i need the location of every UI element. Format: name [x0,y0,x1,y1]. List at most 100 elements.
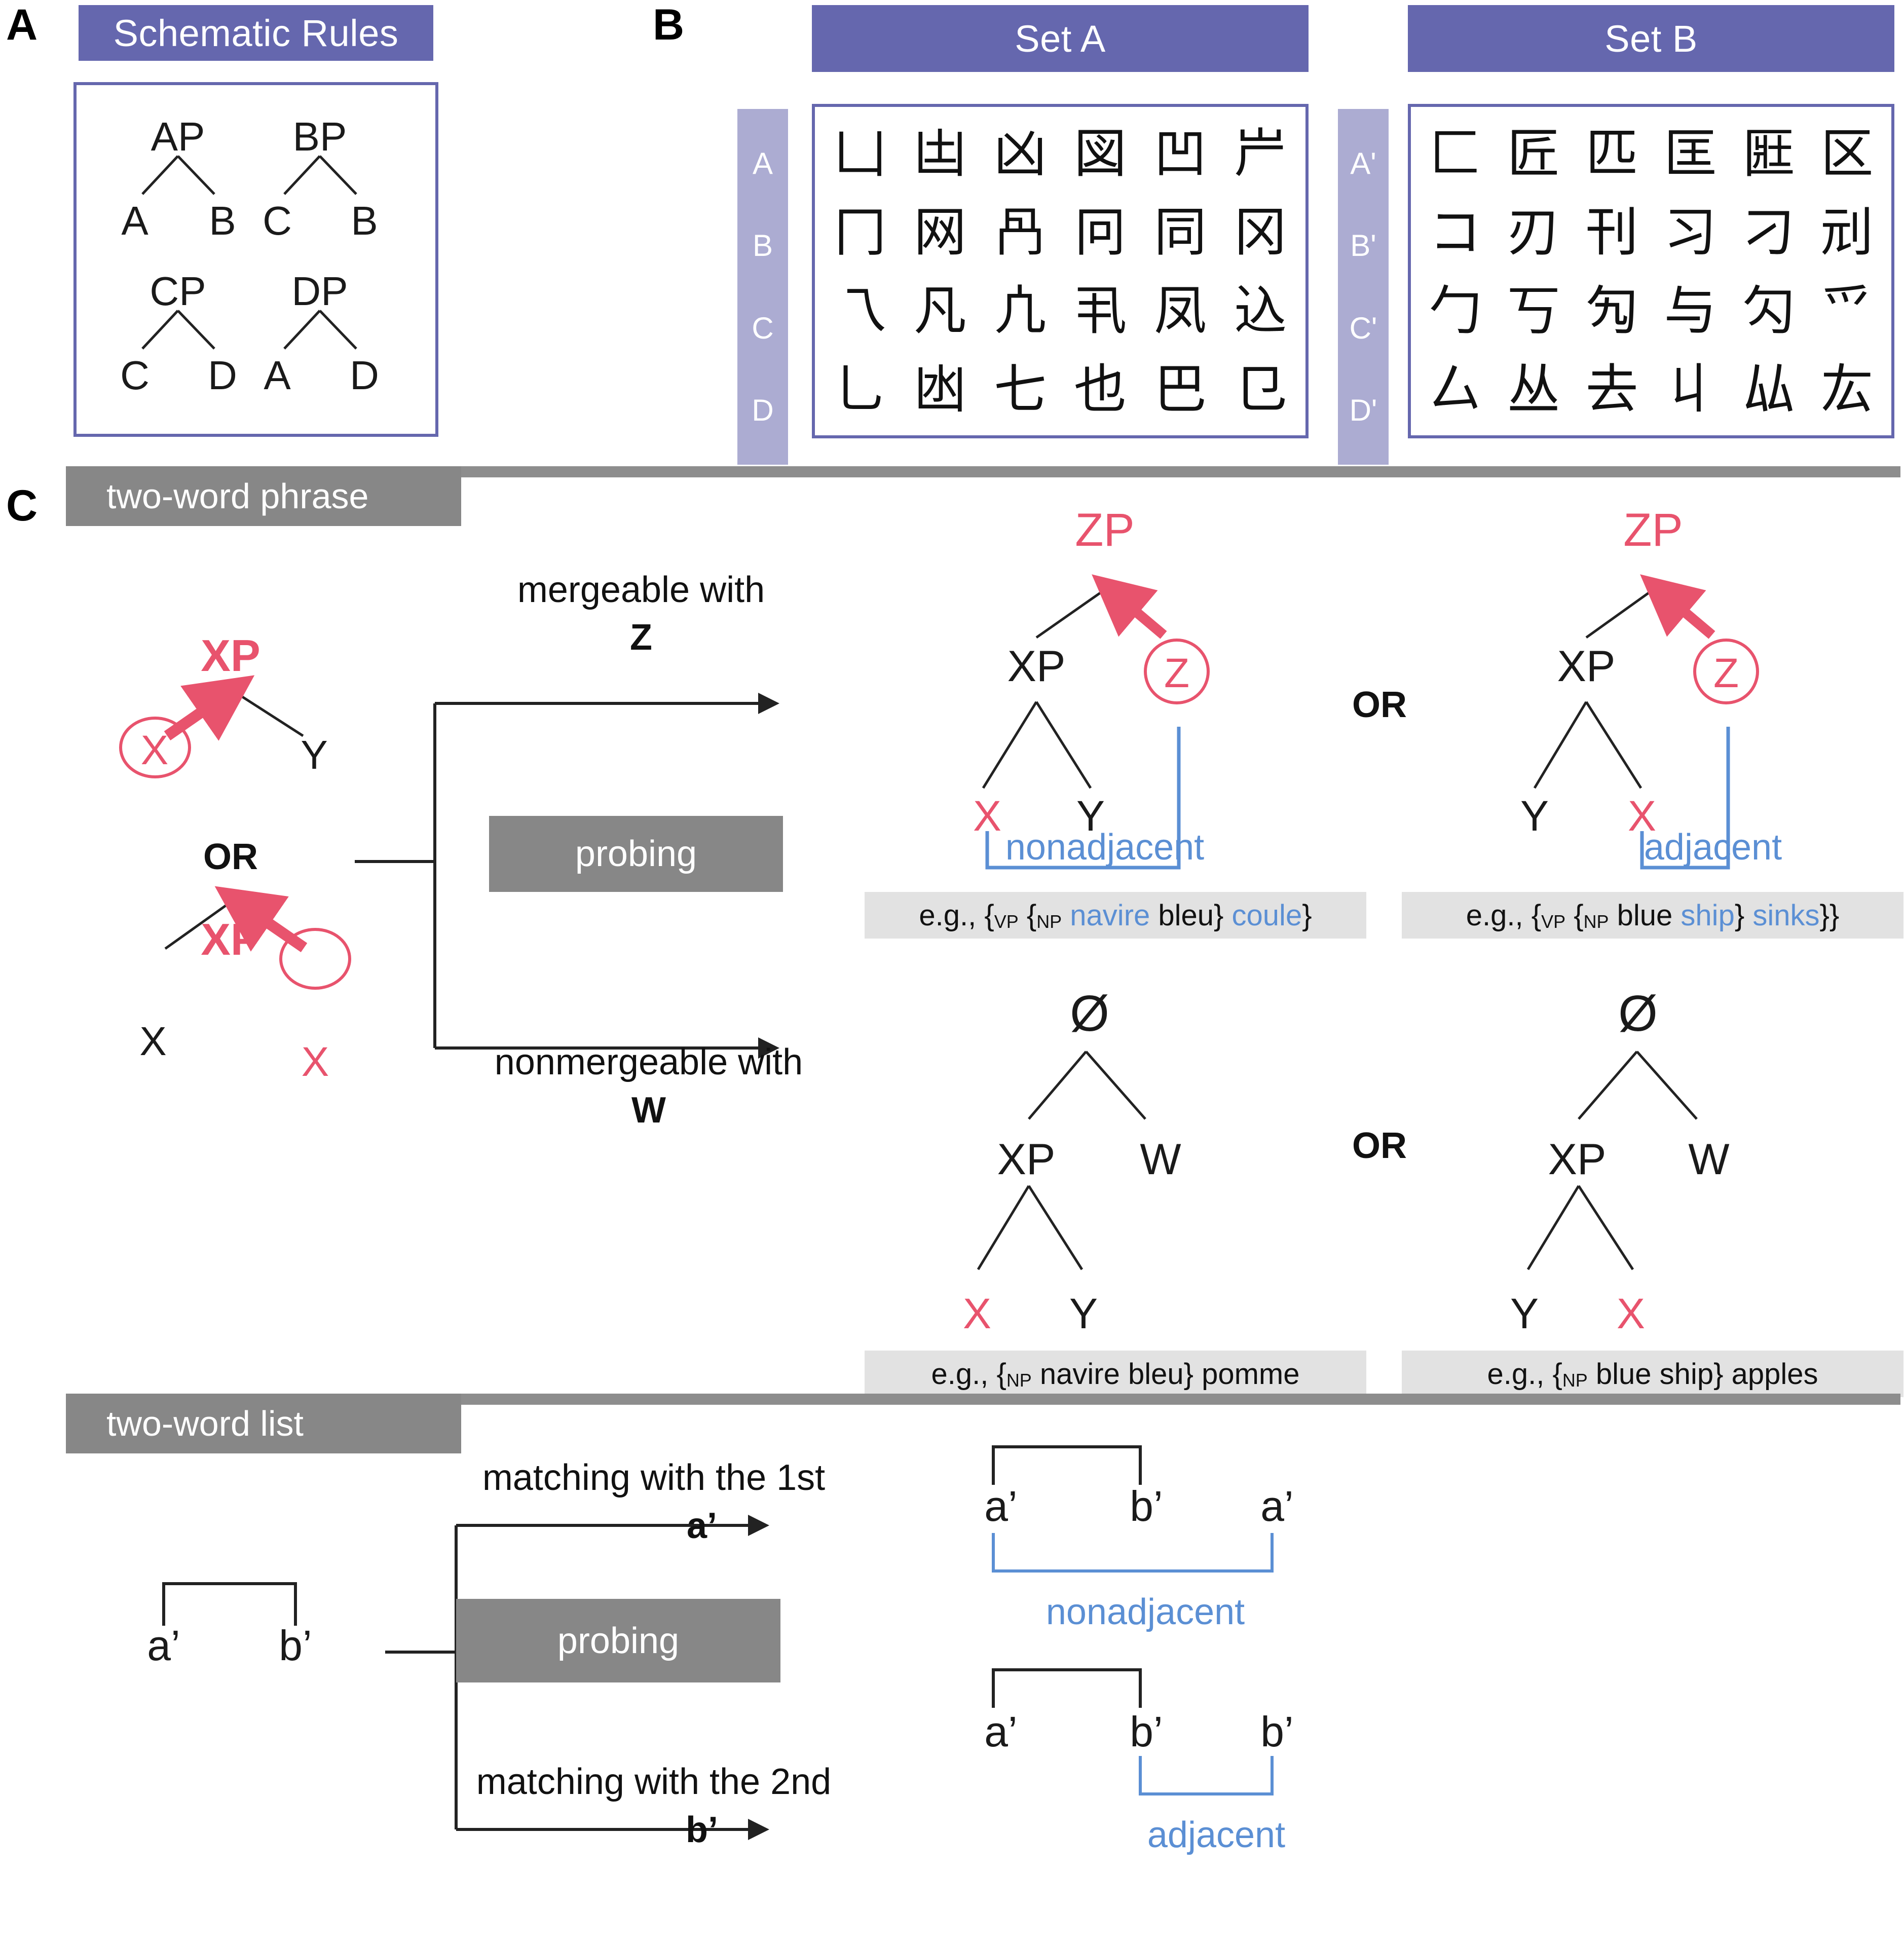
input-option1-root: XP [201,630,260,681]
list-outcome2-token2: b’ [1130,1708,1163,1755]
tree-node-leaf: D [208,353,237,398]
set-a-glyph-grid: 凵 凷 凶 図 凹 屵 冂 网 冎 冋 同 冈 乁 凡 凣 丮 凤 込 乚 凼 … [815,107,1305,435]
glyph-cell: 凹 [1153,122,1207,184]
outcome-bl-example: e.g., {NP navire bleu} pomme [865,1351,1366,1397]
branch-bottom-label-line2: W [631,1090,666,1131]
glyph-cell: 丛 [1507,358,1560,420]
row-label: D' [1349,393,1377,428]
tree-node-leaf: B [209,198,236,243]
outcome-bl-leaf-left: X [962,1290,992,1337]
tree-node-leaf: D [350,353,379,398]
glyph-cell: コ [1429,201,1482,263]
glyph-cell: 同 [1153,201,1207,263]
outcome-tl-merged-z: Z [1164,650,1190,696]
phrase-section-header: two-word phrase [66,466,461,526]
input-option1-circled-x: X [140,727,169,773]
branch-top-label-line1: mergeable with [517,570,765,610]
list-outcome1-token1: a’ [984,1482,1018,1530]
glyph-cell: 冈 [1234,201,1287,263]
input-option1-right: Y [301,732,328,777]
tree-node-leaf: A [121,198,148,243]
set-b-row-labels: A' B' C' D' [1338,109,1389,465]
glyph-cell: 匹 [1585,122,1638,184]
example-text: e.g., {NP blue ship} apples [1487,1357,1818,1391]
glyph-cell: 区 [1820,122,1874,184]
tree-node-root: DP [291,269,348,314]
glyph-cell: 丩 [1664,358,1717,420]
outcome-br-midright: W [1688,1135,1730,1184]
list-input-first: a’ [147,1622,180,1669]
outcome-bl-leaf-right: Y [1069,1290,1098,1337]
outcome-tr-root: ZP [1623,504,1683,556]
schematic-rules-title: Schematic Rules [79,5,433,61]
phrase-probing-chip: probing [489,816,783,892]
outcome-bl-lines [977,1051,1146,1270]
glyph-cell: 凵 [833,122,886,184]
glyph-cell: 屵 [1234,122,1287,184]
glyph-cell: 七 [993,358,1047,420]
row-label: A' [1350,146,1376,180]
set-a-title: Set A [812,5,1309,72]
list-branch-top-line2: a’ [686,1506,718,1546]
glyph-cell: 刊 [1585,201,1638,263]
panel-c-letter: C [6,481,38,530]
glyph-cell: 爫 [1820,279,1874,342]
outcome-br-lines [1526,1051,1698,1270]
example-text: e.g., {VP {NP blue ship} sinks}} [1466,899,1840,932]
glyph-cell: 乁 [833,279,886,342]
row-label: C' [1349,311,1377,345]
glyph-cell: 勹 [1429,279,1482,342]
tree-node-root: BP [292,114,347,159]
input-option2-root: XP [201,914,260,964]
example-text: e.g., {VP {NP navire bleu} coule} [919,899,1312,932]
list-input-second: b’ [279,1622,312,1669]
glyph-cell: 厶 [1429,358,1482,420]
glyph-cell: 厷 [1820,358,1874,420]
glyph-cell: 冂 [833,201,886,263]
outcome-tr-merged-z: Z [1713,650,1739,696]
outcome-br-leaf-left: Y [1510,1290,1539,1337]
glyph-cell: 勽 [1742,279,1795,342]
tree-node-leaf: C [120,353,150,398]
list-branch-bottom-line2: b’ [686,1810,718,1850]
list-branch-arrows [385,1515,769,1840]
outcome-tr-midleft: XP [1557,642,1616,691]
branch-top-label-line2: Z [630,617,652,658]
glyph-cell: 凶 [993,122,1047,184]
glyph-cell: 勼 [1585,279,1638,342]
input-option2-left: X [139,1019,167,1064]
glyph-cell: 也 [1073,358,1127,420]
glyph-cell: 刁 [1742,201,1795,263]
glyph-cell: 凷 [913,122,966,184]
glyph-cell: 习 [1664,201,1717,263]
outcome-br-midleft: XP [1548,1135,1607,1184]
panel-a-letter: A [6,1,38,49]
example-text: e.g., {NP navire bleu} pomme [931,1357,1300,1391]
outcome-br-example: e.g., {NP blue ship} apples [1402,1351,1903,1397]
glyph-cell: 去 [1585,358,1638,420]
glyph-cell: 丂 [1507,279,1560,342]
list-outcome1-relation: nonadjacent [1046,1592,1245,1632]
set-b-grid: 匚 匠 匹 匡 匨 区 コ 刃 刊 习 刁 刓 勹 丂 勼 与 勽 爫 厶 丛 … [1408,104,1894,438]
input-or-label: OR [203,837,258,877]
glyph-cell: 冋 [1073,201,1127,263]
list-probing-chip: probing [456,1599,780,1682]
glyph-cell: 込 [1234,279,1287,342]
set-a-grid: 凵 凷 凶 図 凹 屵 冂 网 冎 冋 同 冈 乁 凡 凣 丮 凤 込 乚 凼 … [812,104,1309,438]
outcome-tl-leaf-left: X [973,792,1002,840]
glyph-cell: 図 [1073,122,1127,184]
glyph-cell: 刓 [1820,201,1874,263]
glyph-cell: 刃 [1507,201,1560,263]
outcome-tl-example: e.g., {VP {NP navire bleu} coule} [865,892,1366,939]
glyph-cell: 丮 [1073,279,1127,342]
outcome-br-root: Ø [1618,985,1658,1042]
list-branch-top-line1: matching with the 1st [482,1457,826,1498]
glyph-cell: 巴 [1153,358,1207,420]
schematic-rules-box: AP BP A B C B CP DP C D A D [73,82,438,437]
outcome-tr-example: e.g., {VP {NP blue ship} sinks}} [1402,892,1903,939]
glyph-cell: 匚 [1429,122,1482,184]
glyph-cell: 凼 [913,358,966,420]
list-outcome1-token2: b’ [1130,1482,1163,1530]
row-label: D [752,393,774,428]
panel-b-letter: B [653,1,685,49]
